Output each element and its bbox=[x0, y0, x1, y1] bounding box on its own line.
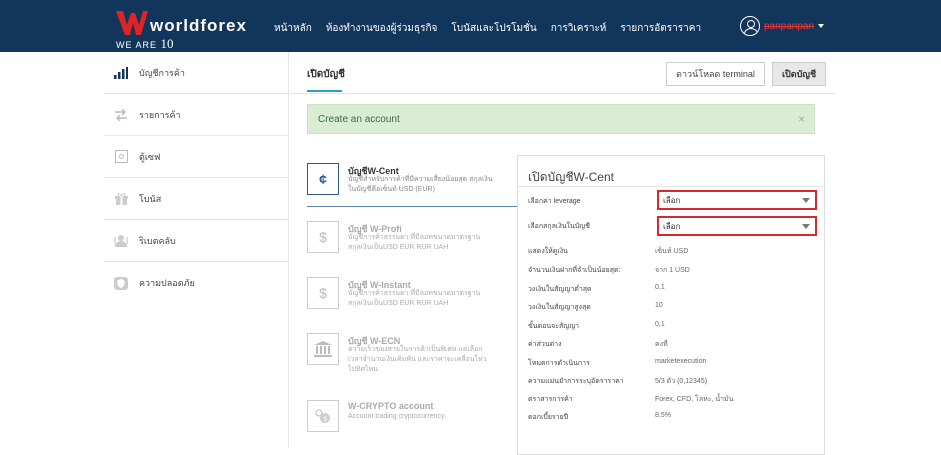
account-type-w-instant[interactable]: $ บัญชี W-Instant บัญชีการค้าธรรมดา ที่ม… bbox=[307, 277, 517, 317]
nav-item-partner-room[interactable]: ห้องทำงานของผู้ร่วมธุรกิจ bbox=[326, 21, 438, 36]
detail-label: จำนวนเงินฝากที่จำเป็นน้อยสุด: bbox=[528, 267, 621, 274]
top-navbar: worldforex WE ARE 10 หน้าหลัก ห้องทำงานข… bbox=[0, 0, 941, 52]
currency-label: เลือกสกุลเงินในบัญชี bbox=[528, 223, 590, 230]
detail-value: 0,1 bbox=[655, 284, 665, 291]
detail-label: แสดงให้ดูเงิน bbox=[528, 248, 568, 255]
tab-open-account[interactable]: เปิดบัญชี bbox=[307, 67, 345, 82]
sidebar-item-transactions[interactable]: รายการค้า bbox=[104, 94, 288, 136]
download-terminal-button[interactable]: ดาวน์โหลด terminal bbox=[666, 62, 765, 86]
alert-text: Create an account bbox=[318, 114, 400, 125]
bar-chart-icon bbox=[114, 66, 128, 80]
main-nav: หน้าหลัก ห้องทำงานของผู้ร่วมธุรกิจ โบนัส… bbox=[274, 21, 701, 36]
dollar-icon: $ bbox=[307, 277, 339, 309]
account-description: บัญชีการค้าธรรมดา ที่มีลอทขนาดมาตรฐาน สก… bbox=[348, 234, 481, 251]
sidebar-item-label: ริเบตคลับ bbox=[139, 235, 176, 246]
active-tab-indicator bbox=[307, 90, 342, 92]
detail-value: 5/3 ตัว (0,12345) bbox=[655, 378, 708, 385]
chevron-down-icon bbox=[802, 224, 810, 229]
user-name[interactable]: panpanpan bbox=[764, 21, 814, 32]
account-type-w-crypto[interactable]: $ W-CRYPTO account Account trading crypt… bbox=[307, 400, 517, 432]
sidebar-item-security[interactable]: ความปลอดภัย bbox=[104, 262, 288, 304]
detail-value: เซ็นท์ USD bbox=[655, 248, 689, 255]
detail-value: 8,5% bbox=[655, 412, 671, 419]
account-selected-underline bbox=[307, 206, 517, 207]
chevron-down-icon[interactable] bbox=[818, 24, 825, 28]
account-name: W-CRYPTO account bbox=[348, 401, 434, 411]
sidebar-item-bonus[interactable]: โบนัส bbox=[104, 178, 288, 220]
nav-item-analysis[interactable]: การวิเคราะห์ bbox=[551, 21, 607, 36]
detail-value: คงที่ bbox=[655, 341, 668, 348]
open-account-button[interactable]: เปิดบัญชี bbox=[772, 62, 826, 86]
open-account-panel: เปิดบัญชีW-Cent เลือกค่า leverage เลือก … bbox=[517, 155, 825, 455]
close-icon[interactable]: × bbox=[798, 112, 805, 126]
nav-item-quotes[interactable]: รายการอัตราราคา bbox=[620, 21, 701, 36]
leverage-select[interactable]: เลือก bbox=[657, 190, 817, 210]
sidebar-item-label: โบนัส bbox=[139, 193, 162, 204]
account-type-w-cent[interactable]: ¢ บัญชีW-Cent บัญชีสำหรับการค้าที่มีความ… bbox=[307, 163, 517, 203]
account-description: บัญชีสำหรับการค้าที่มีความเสี่ยงน้อยสุด … bbox=[348, 176, 493, 193]
chevron-down-icon bbox=[802, 198, 810, 203]
detail-label: วงเงินในสัญญาต่ำสุด bbox=[528, 286, 592, 293]
account-type-w-ecn[interactable]: บัญชี W-ECN ความเร็วของสายในการค้าเป็นพิ… bbox=[307, 333, 517, 379]
panel-divider bbox=[518, 186, 824, 187]
account-description: ความเร็วของสายในการค้าเป็นพิเศษ แต่เลือก… bbox=[348, 346, 487, 373]
detail-label: ค่าส่วนต่าง bbox=[528, 341, 562, 348]
account-description: Account trading cryptocurrency. bbox=[348, 413, 446, 420]
cent-icon: ¢ bbox=[307, 163, 339, 195]
safe-icon bbox=[114, 150, 128, 164]
nav-item-bonus[interactable]: โบนัสและโปรโมชั่น bbox=[451, 21, 536, 36]
detail-value: จาก 1 USD bbox=[655, 267, 690, 274]
detail-label: ขั้นตอนจะสัญญา bbox=[528, 323, 580, 330]
account-type-w-profi[interactable]: $ บัญชี W-Profi บัญชีการค้าธรรมดา ที่มีล… bbox=[307, 221, 517, 261]
logo-text: worldforex bbox=[150, 16, 247, 35]
bank-icon bbox=[307, 333, 339, 365]
sidebar-item-label: ตู้เซฟ bbox=[139, 151, 161, 162]
logo[interactable]: worldforex WE ARE 10 bbox=[116, 9, 256, 51]
create-account-alert: Create an account × bbox=[307, 104, 815, 134]
leverage-selected-value: เลือก bbox=[663, 195, 681, 205]
detail-value: 0,1 bbox=[655, 321, 665, 328]
rebate-club-icon bbox=[114, 234, 128, 248]
currency-selected-value: เลือก bbox=[663, 221, 681, 231]
detail-label: ความแม่นยำการระบุอัตราราคา bbox=[528, 378, 624, 385]
detail-label: ตราสารการค้า bbox=[528, 396, 573, 403]
detail-label: โหมดการดำเนินการ bbox=[528, 360, 590, 367]
nav-item-home[interactable]: หน้าหลัก bbox=[274, 21, 312, 36]
transfer-arrows-icon bbox=[114, 108, 128, 122]
user-avatar-icon[interactable] bbox=[740, 16, 760, 36]
currency-select[interactable]: เลือก bbox=[657, 216, 817, 236]
panel-title: เปิดบัญชีW-Cent bbox=[528, 170, 614, 184]
crypto-icon: $ bbox=[307, 400, 339, 432]
user-menu[interactable]: panpanpan bbox=[740, 16, 825, 36]
account-description: บัญชีการค้าธรรมดา ที่มีลอทขนาดมาตรฐาน สก… bbox=[348, 290, 481, 307]
sidebar: บัญชีการค้า รายการค้า ตู้เซฟ โบนัส ริเบต… bbox=[104, 52, 288, 448]
sidebar-item-safe[interactable]: ตู้เซฟ bbox=[104, 136, 288, 178]
sidebar-divider bbox=[288, 52, 289, 448]
sidebar-item-label: รายการค้า bbox=[139, 109, 181, 120]
shield-icon bbox=[114, 276, 128, 290]
logo-w-icon bbox=[116, 11, 148, 35]
detail-value: Forex, CFD, โลหะ, น้ำมัน bbox=[655, 396, 734, 403]
dollar-icon: $ bbox=[307, 221, 339, 253]
detail-value: marketexecution bbox=[655, 358, 707, 365]
sidebar-item-label: บัญชีการค้า bbox=[139, 67, 185, 78]
leverage-label: เลือกค่า leverage bbox=[528, 198, 581, 205]
sidebar-item-rebate-club[interactable]: ริเบตคลับ bbox=[104, 220, 288, 262]
detail-value: 10 bbox=[655, 302, 663, 309]
header-divider bbox=[289, 93, 835, 94]
detail-label: วงเงินในสัญญาสูงสุด bbox=[528, 304, 591, 311]
logo-tagline: WE ARE 10 bbox=[116, 36, 174, 51]
detail-label: ดอกเบี้ยรายปี bbox=[528, 414, 569, 421]
sidebar-item-trading-accounts[interactable]: บัญชีการค้า bbox=[104, 52, 288, 94]
gift-icon bbox=[114, 192, 128, 206]
sidebar-item-label: ความปลอดภัย bbox=[139, 278, 195, 288]
svg-text:$: $ bbox=[323, 415, 327, 423]
